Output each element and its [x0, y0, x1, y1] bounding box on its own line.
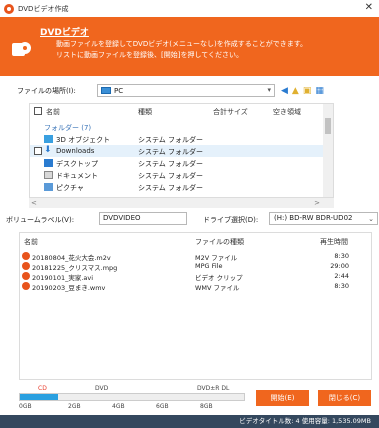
- video-name: 20190203_豆まき.wmv: [32, 284, 106, 292]
- drive-label: ドライブ選択(D):: [203, 216, 259, 224]
- capacity-tick: 8GB: [200, 403, 213, 410]
- banner-desc-line: 動画ファイルを登録してDVDビデオ(メニューなし)を作成することができます。: [56, 40, 307, 48]
- video-row[interactable]: 20181225_クリスマス.mpg MPG File 29:00: [20, 261, 371, 272]
- capacity-tick: 4GB: [112, 403, 125, 410]
- capacity-mark-dvd-dl: DVD±R DL: [197, 385, 230, 392]
- 3d-objects-icon: [44, 135, 53, 143]
- capacity-tick: 2GB: [68, 403, 81, 410]
- documents-icon: [44, 171, 53, 179]
- desktop-icon: [44, 159, 53, 167]
- item-name: デスクトップ: [56, 160, 98, 168]
- header-banner: DVDビデオ 動画ファイルを登録してDVDビデオ(メニューなし)を作成することが…: [0, 17, 379, 76]
- title-bar: DVDビデオ作成 ✕: [0, 0, 379, 17]
- item-name: ピクチャ: [56, 184, 84, 192]
- column-header[interactable]: 空き領域: [273, 107, 301, 117]
- column-header[interactable]: 再生時間: [320, 237, 348, 247]
- column-header[interactable]: 名前: [46, 107, 60, 117]
- capacity-fill: [20, 394, 59, 400]
- video-file-icon: [22, 262, 30, 270]
- back-icon[interactable]: ◀: [281, 86, 288, 96]
- status-bar: ビデオタイトル数: 4 使用容量: 1,535.09MB: [0, 415, 379, 428]
- video-duration: 8:30: [334, 282, 349, 290]
- capacity-tick: 6GB: [156, 403, 169, 410]
- volume-input[interactable]: DVDVIDEO: [99, 212, 187, 225]
- chevron-down-icon: ▾: [267, 86, 271, 94]
- pc-icon: [101, 87, 111, 94]
- item-type: システム フォルダー: [138, 172, 204, 180]
- banner-description: 動画ファイルを登録してDVDビデオ(メニューなし)を作成することができます。 リ…: [56, 39, 307, 61]
- scroll-left-icon[interactable]: <: [31, 199, 37, 207]
- video-duration: 29:00: [330, 262, 349, 270]
- group-header[interactable]: フォルダー (7): [30, 121, 333, 133]
- list-item[interactable]: ピクチャ システム フォルダー: [30, 181, 333, 193]
- video-file-icon: [22, 252, 30, 260]
- column-header[interactable]: 合計サイズ: [213, 107, 248, 117]
- group-label: フォルダー (7): [44, 124, 92, 132]
- volume-drive-row: ボリュームラベル(V): DVDVIDEO ドライブ選択(D): (H:) BD…: [6, 212, 378, 226]
- video-file-icon: [22, 272, 30, 280]
- location-row: ファイルの場所(I): PC ▾ ◀ ▲ ▣ ▦: [17, 84, 362, 98]
- horizontal-scrollbar[interactable]: < >: [29, 198, 334, 208]
- column-header[interactable]: 名前: [24, 237, 38, 247]
- item-checkbox[interactable]: [34, 147, 42, 155]
- file-browser[interactable]: 名前 種類 合計サイズ 空き領域 フォルダー (7) 3D オブジェクト システ…: [29, 103, 334, 198]
- list-item[interactable]: デスクトップ システム フォルダー: [30, 157, 333, 169]
- item-type: システム フォルダー: [138, 160, 204, 168]
- start-button[interactable]: 開始(E): [256, 390, 309, 406]
- item-type: システム フォルダー: [138, 184, 204, 192]
- location-select[interactable]: PC ▾: [97, 84, 275, 97]
- disc-video-icon: [12, 42, 31, 56]
- video-duration: 2:44: [334, 272, 349, 280]
- volume-label: ボリュームラベル(V):: [6, 216, 75, 224]
- capacity-tick: 0GB: [19, 403, 32, 410]
- video-file-icon: [22, 282, 30, 290]
- drive-select[interactable]: (H:) BD-RW BDR-UD02 ⌄: [269, 212, 378, 225]
- close-button[interactable]: 閉じる(C): [318, 390, 371, 406]
- vertical-scrollbar[interactable]: [323, 104, 333, 197]
- close-icon[interactable]: ✕: [365, 2, 373, 13]
- item-name: ドキュメント: [56, 172, 98, 180]
- new-folder-icon[interactable]: ▣: [303, 86, 312, 96]
- scroll-right-icon[interactable]: >: [314, 199, 320, 207]
- item-type: システム フォルダー: [138, 136, 204, 144]
- up-folder-icon[interactable]: ▲: [292, 86, 299, 96]
- file-browser-header: 名前 種類 合計サイズ 空き領域: [30, 104, 333, 119]
- location-label: ファイルの場所(I):: [17, 87, 76, 95]
- select-all-checkbox[interactable]: [34, 107, 42, 115]
- video-row[interactable]: 20190203_豆まき.wmv WMV ファイル 8:30: [20, 281, 371, 292]
- list-item[interactable]: ドキュメント システム フォルダー: [30, 169, 333, 181]
- window-title: DVDビデオ作成: [18, 4, 69, 13]
- download-icon: ⬇: [44, 145, 52, 155]
- capacity-mark-cd: CD: [38, 385, 47, 392]
- chevron-down-icon: ⌄: [368, 215, 374, 223]
- video-list[interactable]: 名前 ファイルの種類 再生時間 20180804_花火大会.m2v M2V ファ…: [19, 232, 372, 380]
- list-item[interactable]: 3D オブジェクト システム フォルダー: [30, 133, 333, 145]
- list-item[interactable]: ⬇ Downloads システム フォルダー: [30, 145, 333, 157]
- item-name: 3D オブジェクト: [56, 136, 111, 144]
- location-toolbar: ◀ ▲ ▣ ▦: [281, 84, 324, 97]
- video-row[interactable]: 20190101_実家.avi ビデオ クリップ 2:44: [20, 271, 371, 282]
- drive-value: (H:) BD-RW BDR-UD02: [274, 214, 353, 222]
- pictures-icon: [44, 183, 53, 191]
- app-icon: [4, 3, 14, 14]
- capacity-mark-dvd: DVD: [95, 385, 109, 392]
- video-duration: 8:30: [334, 252, 349, 260]
- capacity-bar: [19, 393, 245, 401]
- item-type: システム フォルダー: [138, 148, 204, 156]
- column-header[interactable]: ファイルの種類: [195, 237, 244, 247]
- column-header[interactable]: 種類: [138, 107, 152, 117]
- video-type: MPG File: [195, 262, 223, 270]
- location-value: PC: [114, 86, 124, 95]
- item-name: Downloads: [56, 147, 95, 155]
- view-menu-icon[interactable]: ▦: [315, 86, 324, 96]
- video-row[interactable]: 20180804_花火大会.m2v M2V ファイル 8:30: [20, 251, 371, 262]
- banner-desc-line: リストに動画ファイルを登録後、[開始]を押してください。: [56, 51, 244, 59]
- banner-heading: DVDビデオ: [40, 28, 89, 38]
- video-type: WMV ファイル: [195, 284, 240, 292]
- scrollbar-thumb[interactable]: [325, 118, 331, 134]
